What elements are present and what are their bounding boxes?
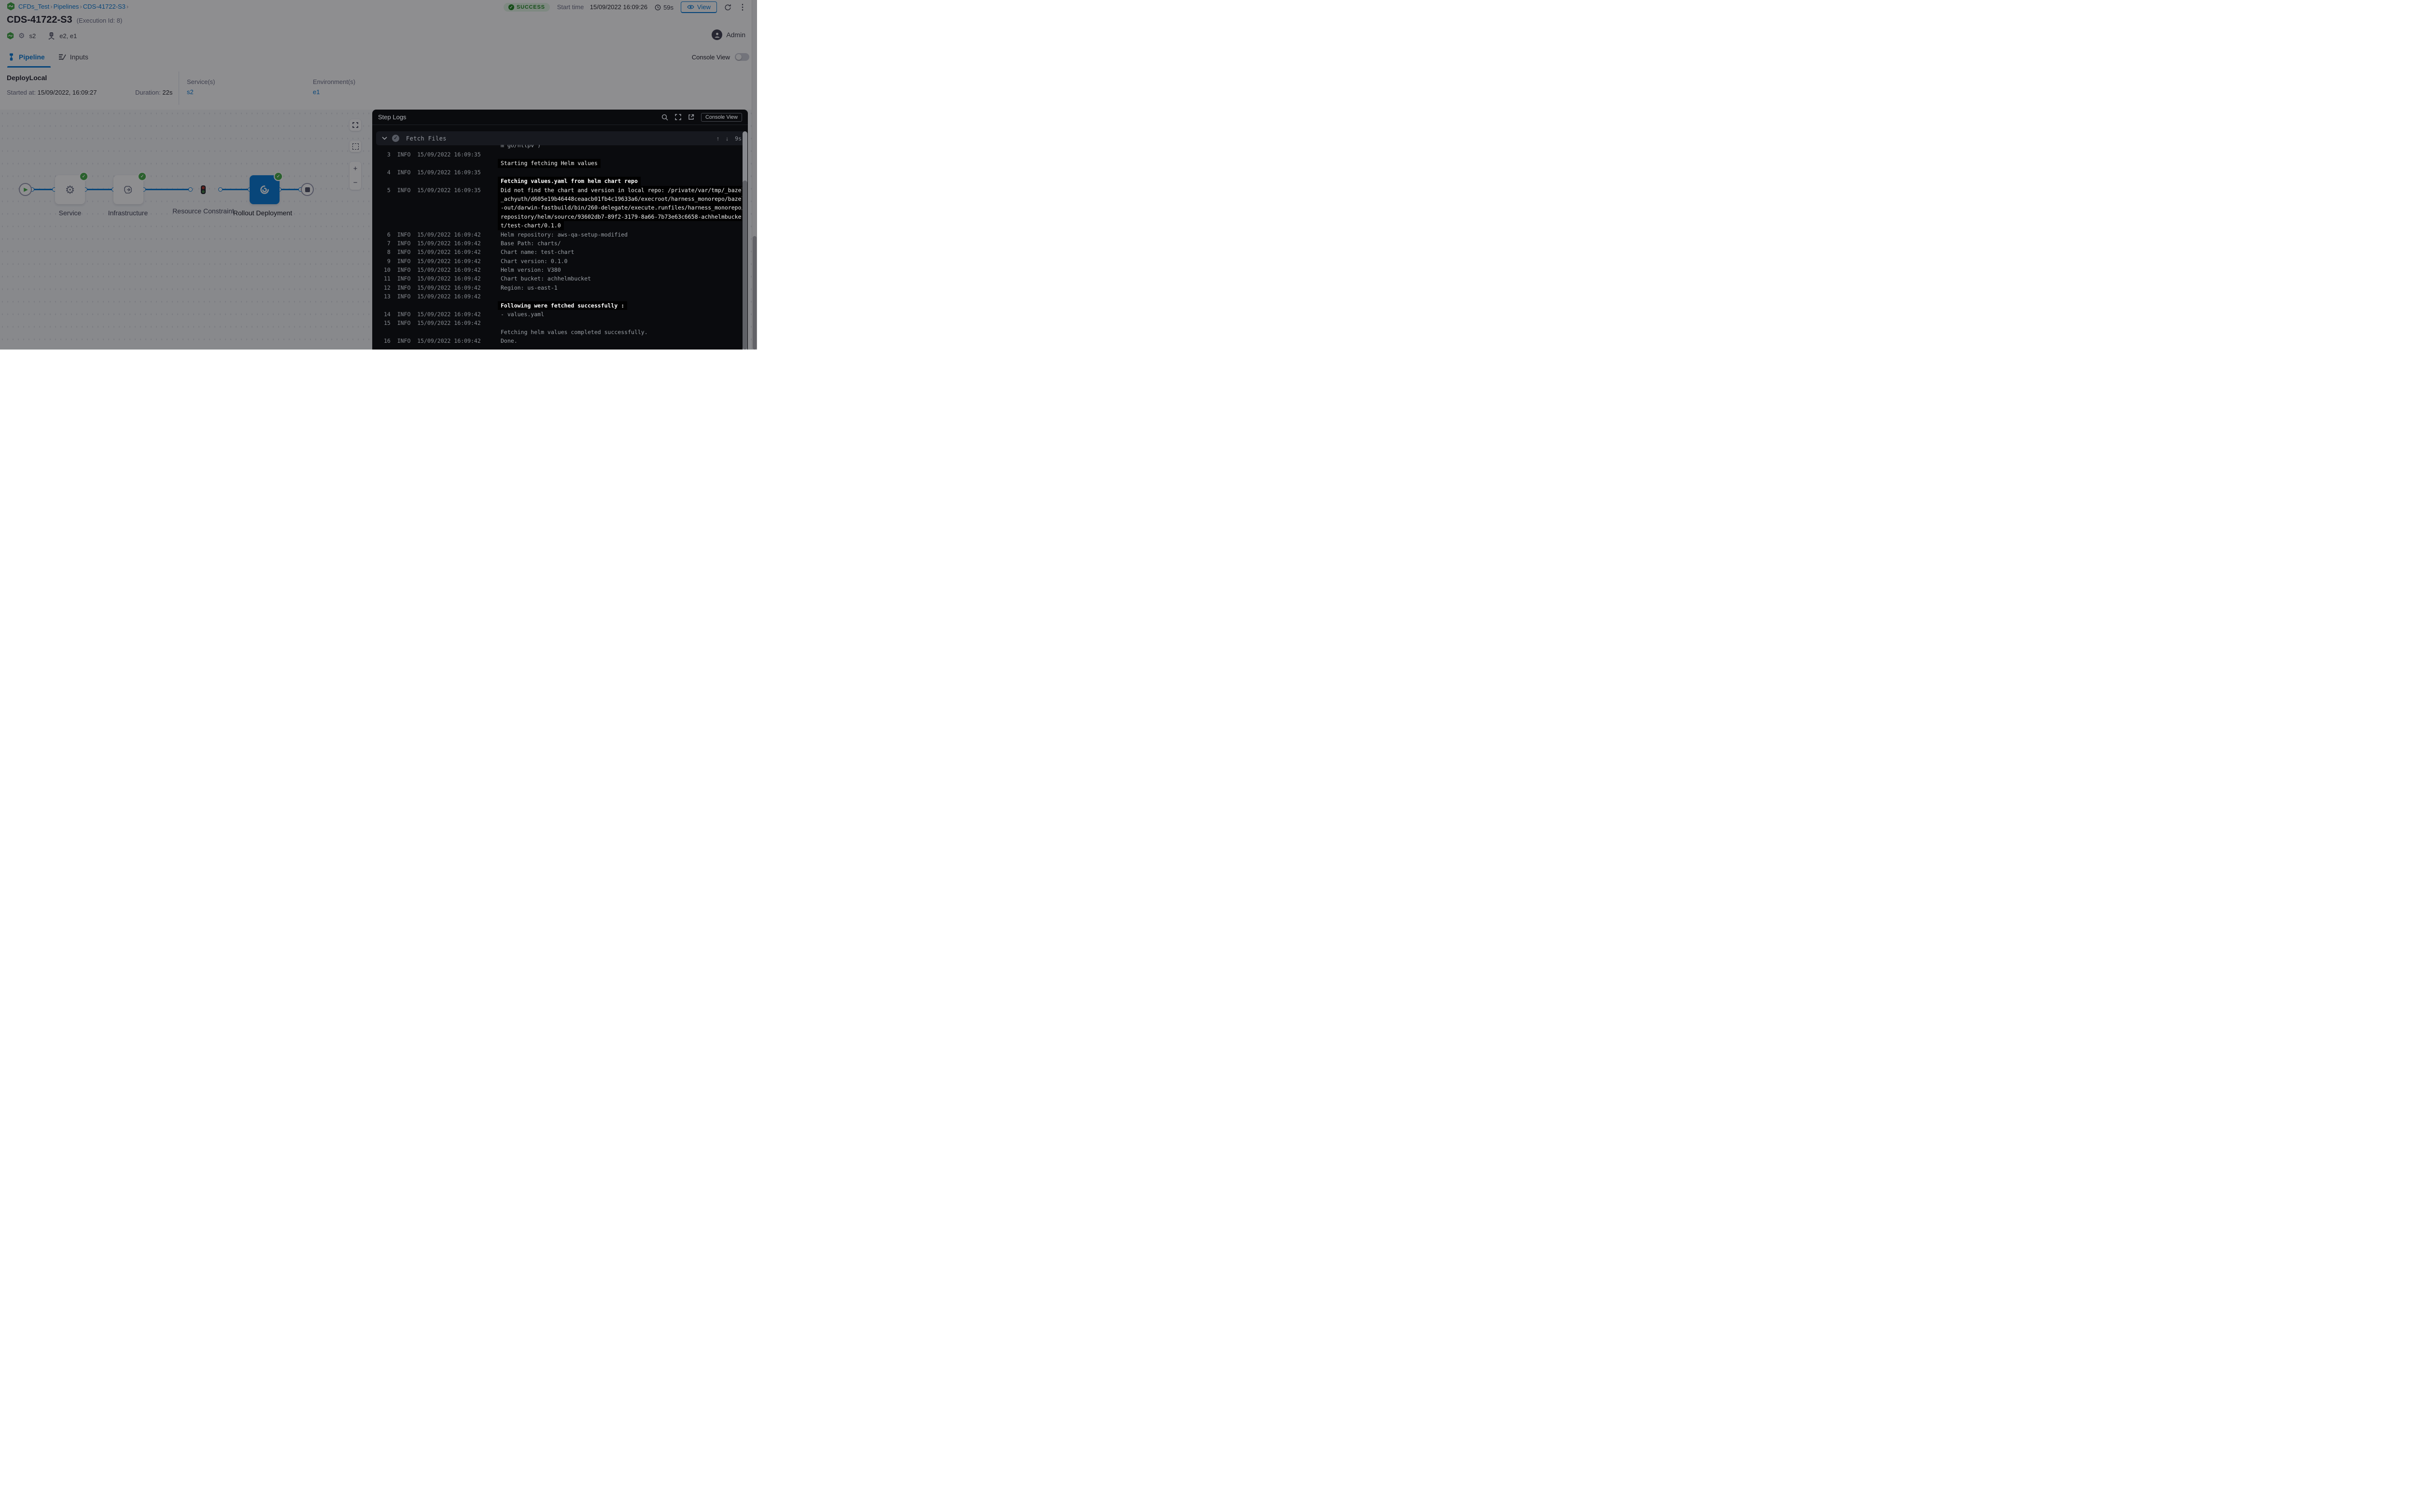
log-row: m go/httpv ) <box>372 145 742 150</box>
step-name: Fetch Files <box>406 135 447 142</box>
log-row: 12 INFO 15/09/2022 16:09:42Region: us-ea… <box>372 283 742 292</box>
log-row: 15 INFO 15/09/2022 16:09:42 <box>372 319 742 327</box>
chevron-down-icon <box>382 137 387 140</box>
log-row: 10 INFO 15/09/2022 16:09:42Helm version:… <box>372 266 742 274</box>
log-line-meta <box>384 203 501 212</box>
step-row-fetch-files[interactable]: ✓ Fetch Files ↑ ↓ 9s <box>376 131 747 145</box>
log-message: Chart version: 0.1.0 <box>501 257 567 266</box>
log-line-meta <box>384 212 501 221</box>
log-line-meta: 15 INFO 15/09/2022 16:09:42 <box>384 319 501 327</box>
log-line-meta: 13 INFO 15/09/2022 16:09:42 <box>384 292 501 301</box>
log-line-meta <box>384 221 501 230</box>
log-line-meta: 12 INFO 15/09/2022 16:09:42 <box>384 283 501 292</box>
log-row: 8 INFO 15/09/2022 16:09:42Chart name: te… <box>372 248 742 256</box>
log-row: -out/darwin-fastbuild/bin/260-delegate/e… <box>372 203 742 212</box>
log-line-meta <box>384 159 501 168</box>
log-line-meta <box>384 177 501 185</box>
log-row: 13 INFO 15/09/2022 16:09:42 <box>372 292 742 301</box>
log-row: 6 INFO 15/09/2022 16:09:42Helm repositor… <box>372 230 742 239</box>
log-line-meta <box>384 301 501 310</box>
log-message: Fetching values.yaml from helm chart rep… <box>498 177 641 185</box>
log-line-meta: 14 INFO 15/09/2022 16:09:42 <box>384 310 501 319</box>
scroll-up-icon[interactable]: ↑ <box>716 135 719 142</box>
log-row: Following were fetched successfully : <box>372 301 742 310</box>
log-line-meta <box>384 145 501 150</box>
log-message: Chart name: test-chart <box>501 248 574 256</box>
log-row: 4 INFO 15/09/2022 16:09:35 <box>372 168 742 177</box>
log-row: Starting fetching Helm values <box>372 159 742 168</box>
log-row: t/test-chart/0.1.0 <box>372 221 742 230</box>
log-message: Base Path: charts/ <box>501 239 561 248</box>
log-message: - values.yaml <box>501 310 544 319</box>
log-message: m go/httpv ) <box>501 145 541 146</box>
log-row: 11 INFO 15/09/2022 16:09:42Chart bucket:… <box>372 274 742 283</box>
step-logs-panel: Step Logs Console View ✓ <box>372 110 748 350</box>
step-success-icon: ✓ <box>392 135 399 142</box>
log-message: -out/darwin-fastbuild/bin/260-delegate/e… <box>498 203 742 212</box>
step-duration: 9s <box>735 135 742 142</box>
log-row: 7 INFO 15/09/2022 16:09:42Base Path: cha… <box>372 239 742 248</box>
log-row: Fetching values.yaml from helm chart rep… <box>372 177 742 185</box>
console-view-button[interactable]: Console View <box>701 113 742 122</box>
log-row: 5 INFO 15/09/2022 16:09:35Did not find t… <box>372 186 742 195</box>
screen: CFDs_Test › Pipelines › CDS-41722-S3 › ✓… <box>0 0 757 350</box>
log-row: 3 INFO 15/09/2022 16:09:35 <box>372 150 742 159</box>
log-message: Chart bucket: achhelmbucket <box>501 274 591 283</box>
open-in-new-tab-icon[interactable] <box>688 114 694 120</box>
log-message: _achyuth/d605e19b46448ceaacb01fb4c19633a… <box>498 195 742 203</box>
log-row: 14 INFO 15/09/2022 16:09:42- values.yaml <box>372 310 742 319</box>
log-line-meta: 9 INFO 15/09/2022 16:09:42 <box>384 257 501 266</box>
log-message: Region: us-east-1 <box>501 283 558 292</box>
log-message: t/test-chart/0.1.0 <box>498 221 564 230</box>
log-message: Starting fetching Helm values <box>498 159 601 168</box>
log-line-meta: 8 INFO 15/09/2022 16:09:42 <box>384 248 501 256</box>
log-line-meta: 16 INFO 15/09/2022 16:09:42 <box>384 336 501 345</box>
log-line-meta: 3 INFO 15/09/2022 16:09:35 <box>384 150 501 159</box>
log-row: 16 INFO 15/09/2022 16:09:42Done. <box>372 336 742 345</box>
log-line-meta: 10 INFO 15/09/2022 16:09:42 <box>384 266 501 274</box>
log-output[interactable]: m go/httpv ) 3 INFO 15/09/2022 16:09:35S… <box>372 145 742 350</box>
log-row: 9 INFO 15/09/2022 16:09:42Chart version:… <box>372 257 742 266</box>
log-message: Done. <box>501 336 518 345</box>
log-line-meta: 6 INFO 15/09/2022 16:09:42 <box>384 230 501 239</box>
search-icon[interactable] <box>661 114 668 121</box>
log-message: repository/helm/source/93602db7-89f2-317… <box>498 212 742 221</box>
log-line-meta <box>384 195 501 203</box>
log-line-meta: 5 INFO 15/09/2022 16:09:35 <box>384 186 501 195</box>
log-line-meta <box>384 328 501 336</box>
log-row: _achyuth/d605e19b46448ceaacb01fb4c19633a… <box>372 195 742 203</box>
log-scrollbar-thumb[interactable] <box>743 181 747 350</box>
scroll-down-icon[interactable]: ↓ <box>726 135 729 142</box>
expand-icon[interactable] <box>675 114 681 120</box>
log-message: Helm version: V380 <box>501 266 561 274</box>
log-message: Following were fetched successfully : <box>498 301 627 310</box>
log-message: Did not find the chart and version in lo… <box>498 186 742 195</box>
step-logs-title: Step Logs <box>378 113 407 121</box>
log-scrollbar[interactable] <box>743 131 747 350</box>
log-message: Helm repository: aws-qa-setup-modified <box>501 230 628 239</box>
log-message: Fetching helm values completed successfu… <box>501 328 648 336</box>
log-row: repository/helm/source/93602db7-89f2-317… <box>372 212 742 221</box>
step-logs-header: Step Logs Console View <box>372 110 748 125</box>
log-row: Fetching helm values completed successfu… <box>372 328 742 336</box>
log-line-meta: 11 INFO 15/09/2022 16:09:42 <box>384 274 501 283</box>
log-line-meta: 4 INFO 15/09/2022 16:09:35 <box>384 168 501 177</box>
log-line-meta: 7 INFO 15/09/2022 16:09:42 <box>384 239 501 248</box>
